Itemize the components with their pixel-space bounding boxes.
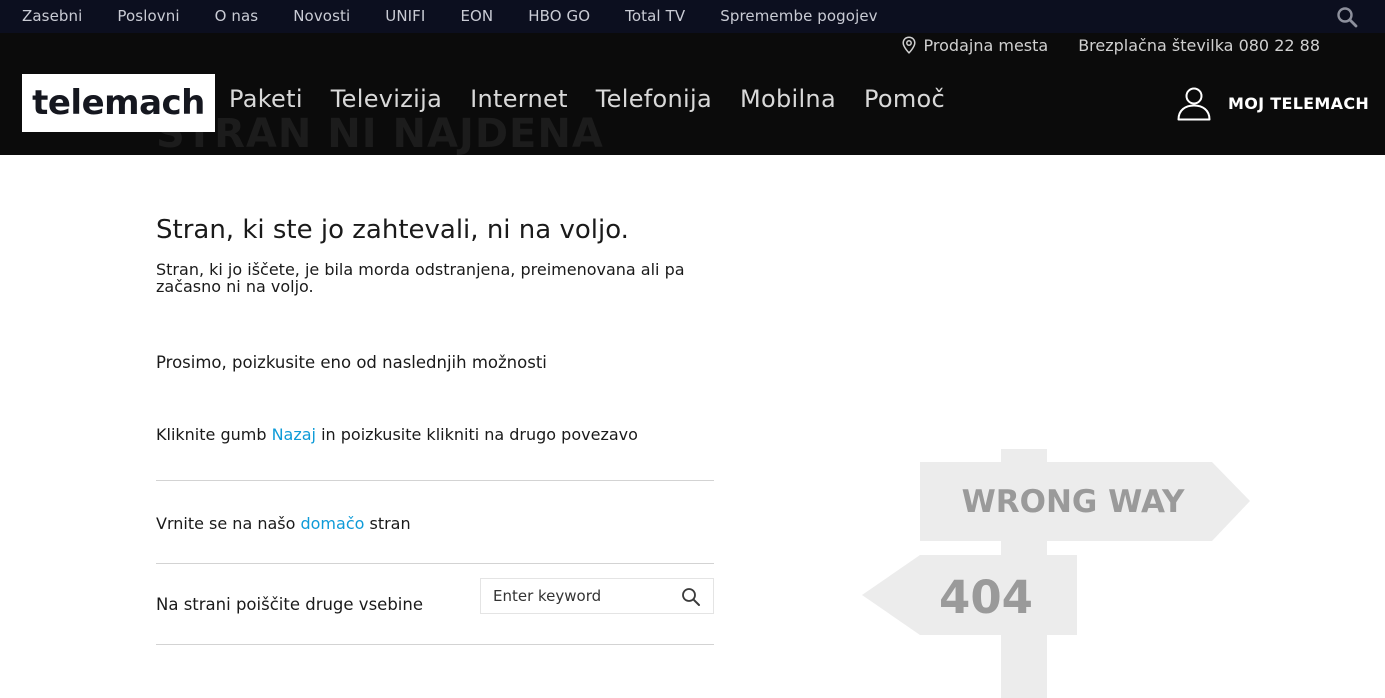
- divider: [156, 644, 714, 645]
- options-prompt: Prosimo, poizkusite eno od naslednjih mo…: [156, 353, 547, 372]
- divider: [156, 480, 714, 481]
- back-link[interactable]: Nazaj: [272, 425, 316, 444]
- segment-link-total-tv[interactable]: Total TV: [625, 7, 685, 25]
- segment-link-spremembe-pogojev[interactable]: Spremembe pogojev: [720, 7, 877, 25]
- account-label: MOJ TELEMACH: [1228, 93, 1370, 113]
- error-description: Stran, ki jo iščete, je bila morda odstr…: [156, 260, 685, 296]
- page-title-behind-header: STRAN NI NAJDENA: [156, 111, 604, 155]
- keyword-search-input[interactable]: [481, 579, 676, 613]
- search-submit-icon[interactable]: [681, 587, 701, 607]
- option-home-text-after: stran: [364, 514, 411, 533]
- main-header: STRAN NI NAJDENA Prodajna mesta Brezplač…: [0, 33, 1385, 155]
- nav-item-internet[interactable]: Internet: [470, 85, 568, 113]
- logo-text: telemach: [32, 83, 205, 123]
- nav-item-mobilna[interactable]: Mobilna: [740, 85, 836, 113]
- header-utility: Prodajna mesta Brezplačna številka 080 2…: [901, 33, 1320, 57]
- option-back-text-before: Kliknite gumb: [156, 425, 272, 444]
- account-button[interactable]: MOJ TELEMACH: [1176, 85, 1369, 121]
- option-home: Vrnite se na našo domačo stran: [156, 514, 411, 533]
- option-back-text-after: in poizkusite klikniti na drugo povezavo: [315, 425, 638, 444]
- free-phone-number: Brezplačna številka 080 22 88: [1078, 35, 1320, 55]
- user-icon: [1177, 87, 1211, 121]
- nav-item-telefonija[interactable]: Telefonija: [596, 85, 712, 113]
- segment-link-poslovni[interactable]: Poslovni: [117, 7, 179, 25]
- site-search-box: [480, 578, 714, 614]
- segment-link-zasebni[interactable]: Zasebni: [22, 7, 82, 25]
- segment-link-hbo-go[interactable]: HBO GO: [528, 7, 590, 25]
- telemach-logo[interactable]: telemach: [22, 74, 215, 132]
- divider: [156, 563, 714, 564]
- home-link[interactable]: domačo: [300, 514, 364, 533]
- nav-item-paketi[interactable]: Paketi: [229, 85, 303, 113]
- segment-link-o-nas[interactable]: O nas: [215, 7, 259, 25]
- site-search-label: Na strani poiščite druge vsebine: [156, 595, 423, 614]
- wrong-way-signpost-illustration: WRONG WAY 404: [862, 449, 1250, 698]
- search-icon[interactable]: [1336, 6, 1358, 28]
- segment-link-novosti[interactable]: Novosti: [293, 7, 350, 25]
- store-locator-link[interactable]: Prodajna mesta: [924, 36, 1049, 55]
- location-pin-icon: [901, 36, 916, 54]
- option-home-text-before: Vrnite se na našo: [156, 514, 301, 533]
- sign-text-wrong-way: WRONG WAY: [962, 484, 1185, 520]
- sign-text-404: 404: [939, 571, 1033, 624]
- option-back: Kliknite gumb Nazaj in poizkusite klikni…: [156, 425, 638, 444]
- segment-nav: Zasebni Poslovni O nas Novosti UNIFI EON…: [22, 0, 913, 31]
- main-nav: Paketi Televizija Internet Telefonija Mo…: [229, 85, 973, 113]
- segment-link-eon[interactable]: EON: [460, 7, 493, 25]
- nav-item-televizija[interactable]: Televizija: [331, 85, 442, 113]
- nav-item-pomoc[interactable]: Pomoč: [864, 85, 945, 113]
- top-utility-bar: Zasebni Poslovni O nas Novosti UNIFI EON…: [0, 0, 1385, 33]
- error-headline: Stran, ki ste jo zahtevali, ni na voljo.: [156, 215, 629, 245]
- segment-link-unifi[interactable]: UNIFI: [385, 7, 425, 25]
